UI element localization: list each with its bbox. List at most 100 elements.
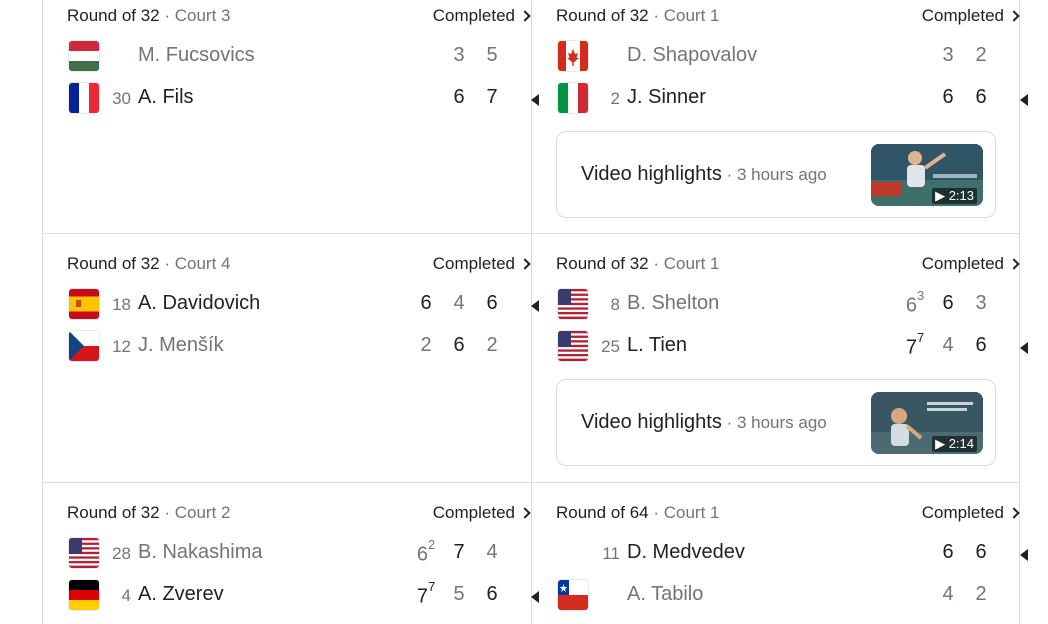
player-name: A. Zverev bbox=[138, 583, 224, 605]
set-games: 6 bbox=[975, 86, 987, 108]
tiebreak-score: 3 bbox=[916, 288, 925, 303]
set-games: 6 bbox=[975, 334, 987, 356]
court-label: Court 1 bbox=[663, 6, 720, 25]
round-label: Round of 32 · Court 2 bbox=[67, 503, 231, 523]
flag-canada-icon bbox=[558, 41, 588, 71]
status-label: Completed bbox=[432, 254, 515, 273]
status-link[interactable]: Completed bbox=[922, 6, 1020, 26]
flag-usa-icon bbox=[69, 538, 99, 568]
set-score: 6 bbox=[938, 292, 958, 315]
match-card[interactable]: Round of 32 · Court 1 Completed D. Shapova… bbox=[556, 6, 1028, 218]
set-games: 7 bbox=[905, 336, 917, 359]
set-games: 2 bbox=[975, 583, 987, 605]
player-name: D. Shapovalov bbox=[627, 44, 758, 66]
flag-france-icon bbox=[69, 83, 99, 113]
set-score: 6 bbox=[938, 541, 958, 564]
video-duration: ▶ 2:14 bbox=[932, 436, 977, 452]
set-games: 4 bbox=[942, 334, 954, 356]
set-score: 2 bbox=[482, 334, 502, 357]
player-name: A. Davidovich bbox=[138, 292, 261, 314]
match-card[interactable]: Round of 32 · Court 4 Completed 18 A. David… bbox=[67, 254, 539, 374]
player-row: 2 J. Sinner 6 6 bbox=[556, 83, 1028, 115]
court-label: Court 4 bbox=[174, 254, 231, 273]
status-link[interactable]: Completed bbox=[922, 503, 1020, 523]
set-games: 2 bbox=[420, 334, 432, 356]
player-seed: 28 bbox=[112, 544, 131, 563]
player-row: 12 J. Menšík 2 6 2 bbox=[67, 331, 531, 363]
set-score: 2 bbox=[971, 583, 991, 606]
round-label: Round of 32 · Court 1 bbox=[556, 6, 720, 26]
player-row: D. Shapovalov 3 2 bbox=[556, 41, 1020, 73]
match-header: Round of 32 · Court 1 Completed bbox=[556, 254, 1020, 276]
match-card[interactable]: Round of 64 · Court 1 Completed 11 D. Medve… bbox=[556, 503, 1028, 623]
match-card[interactable]: Round of 32 · Court 3 Completed M. Fucsovi… bbox=[67, 6, 539, 126]
round-name: Round of 32 bbox=[67, 503, 160, 522]
play-icon: ▶ bbox=[935, 188, 949, 203]
status-label: Completed bbox=[432, 503, 515, 522]
set-games: 6 bbox=[942, 292, 954, 314]
duration-text: 2:14 bbox=[948, 436, 974, 451]
player-row: 25 L. Tien 77 4 6 bbox=[556, 330, 1028, 363]
match-header: Round of 32 · Court 3 Completed bbox=[67, 6, 531, 28]
winner-indicator-icon bbox=[1020, 94, 1028, 106]
tiebreak-score: 7 bbox=[916, 330, 925, 345]
player-seed: 25 bbox=[601, 337, 620, 356]
set-games: 3 bbox=[942, 44, 954, 66]
round-name: Round of 32 bbox=[67, 254, 160, 273]
set-score: 6 bbox=[938, 86, 958, 109]
set-games: 6 bbox=[905, 294, 917, 317]
chevron-right-icon bbox=[1008, 10, 1020, 22]
status-link[interactable]: Completed bbox=[433, 6, 531, 26]
player-seed: 12 bbox=[112, 337, 131, 356]
duration-text: 2:13 bbox=[948, 188, 974, 203]
video-label: Video highlights bbox=[581, 411, 722, 433]
match-card[interactable]: Round of 32 · Court 1 Completed 8 B. Shelto… bbox=[556, 254, 1028, 466]
player-row: 4 A. Zverev 77 5 6 bbox=[67, 579, 539, 612]
player-name: D. Medvedev bbox=[627, 541, 745, 563]
video-duration: ▶ 2:13 bbox=[932, 188, 977, 204]
winner-indicator-icon bbox=[531, 300, 539, 312]
chevron-right-icon bbox=[519, 507, 531, 519]
set-games: 3 bbox=[975, 292, 987, 314]
flag-germany-icon bbox=[69, 580, 99, 610]
player-row: M. Fucsovics 3 5 bbox=[67, 41, 531, 73]
video-highlights-card[interactable]: Video highlights · 3 hours ago ▶ 2:13 bbox=[556, 131, 996, 218]
flag-usa-icon bbox=[558, 289, 588, 319]
status-link[interactable]: Completed bbox=[433, 254, 531, 274]
match-header: Round of 32 · Court 2 Completed bbox=[67, 503, 531, 525]
player-row: 30 A. Fils 6 7 bbox=[67, 83, 539, 115]
status-link[interactable]: Completed bbox=[922, 254, 1020, 274]
video-thumbnail[interactable]: ▶ 2:13 bbox=[871, 144, 983, 206]
flag-italy-icon bbox=[558, 83, 588, 113]
separator-dot: · bbox=[159, 503, 175, 522]
video-thumbnail[interactable]: ▶ 2:14 bbox=[871, 392, 983, 454]
set-games: 3 bbox=[453, 44, 465, 66]
player-row: 28 B. Nakashima 62 7 4 bbox=[67, 537, 531, 570]
set-score: 3 bbox=[938, 44, 958, 67]
flag-czech-icon bbox=[69, 331, 99, 361]
set-score: 5 bbox=[482, 44, 502, 67]
set-score: 4 bbox=[938, 583, 958, 606]
set-games: 6 bbox=[486, 292, 498, 314]
separator-dot: · bbox=[648, 6, 664, 25]
set-score: 6 bbox=[482, 583, 502, 606]
round-label: Round of 32 · Court 1 bbox=[556, 254, 720, 274]
set-score: 77 bbox=[416, 579, 436, 609]
set-score: 2 bbox=[971, 44, 991, 67]
match-header: Round of 32 · Court 4 Completed bbox=[67, 254, 531, 276]
round-name: Round of 32 bbox=[556, 6, 649, 25]
player-row: 18 A. Davidovich 6 4 6 bbox=[67, 289, 539, 321]
player-name: M. Fucsovics bbox=[138, 44, 255, 66]
chevron-right-icon bbox=[1008, 507, 1020, 519]
set-games: 5 bbox=[453, 583, 465, 605]
status-link[interactable]: Completed bbox=[433, 503, 531, 523]
match-header: Round of 64 · Court 1 Completed bbox=[556, 503, 1020, 525]
video-timestamp: 3 hours ago bbox=[736, 413, 827, 432]
video-highlights-card[interactable]: Video highlights · 3 hours ago ▶ 2:14 bbox=[556, 379, 996, 466]
set-games: 6 bbox=[453, 86, 465, 108]
set-games: 7 bbox=[486, 86, 498, 108]
match-card[interactable]: Round of 32 · Court 2 Completed 28 B. Nakas… bbox=[67, 503, 539, 623]
set-score: 6 bbox=[449, 86, 469, 109]
set-score: 4 bbox=[482, 541, 502, 564]
player-row: A. Tabilo 4 2 bbox=[556, 580, 1020, 612]
